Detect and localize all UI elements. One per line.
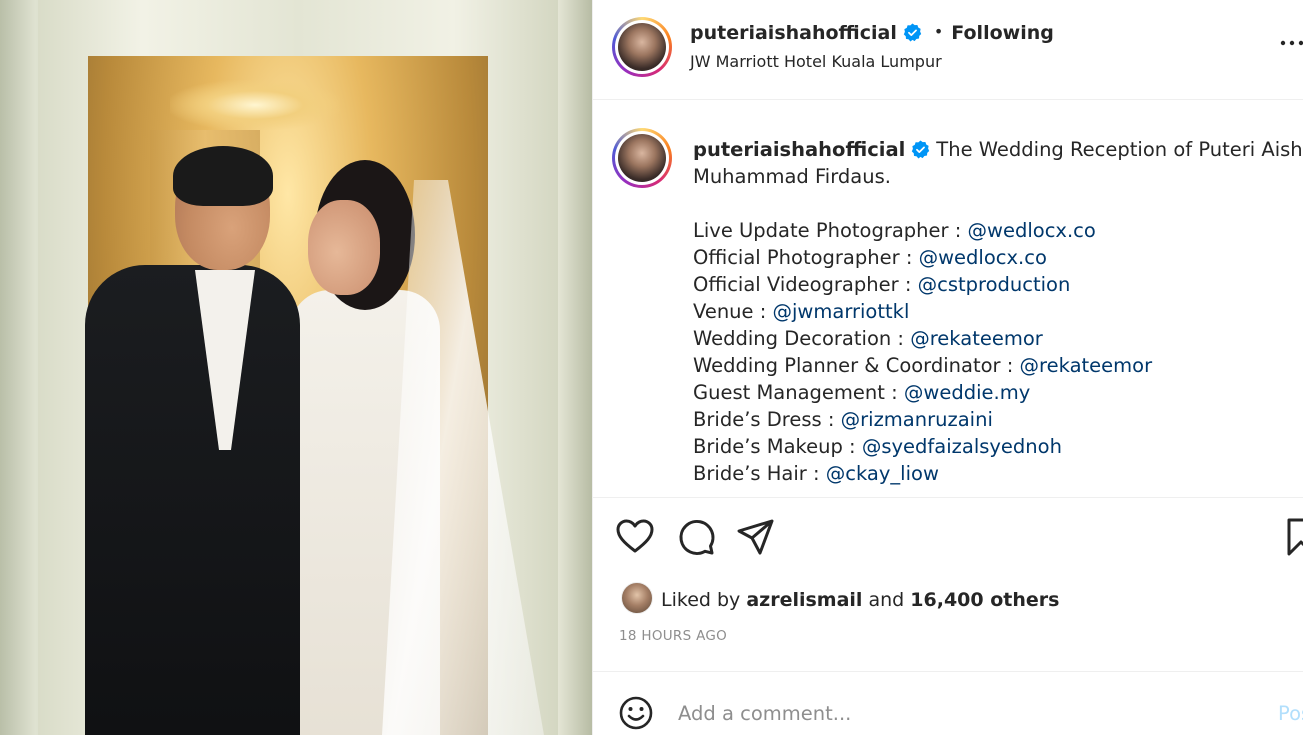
mention-link[interactable]: @rizmanruzaini (841, 408, 993, 431)
caption-title-line2: Muhammad Firdaus. (693, 165, 891, 188)
header-title-row: puteriaishahofficial • Following (690, 22, 1054, 44)
caption-title: The Wedding Reception of Puteri Aishah & (936, 138, 1303, 161)
post-timestamp[interactable]: 18 HOURS AGO (619, 628, 727, 644)
groom-figure (85, 146, 315, 735)
mention-link[interactable]: @ckay_liow (826, 462, 939, 485)
credit-line: Guest Management : @weddie.my (693, 381, 1031, 404)
credit-line: Wedding Decoration : @rekateemor (693, 327, 1043, 350)
post-detail-panel: puteriaishahofficial • Following JW Marrio… (592, 0, 1303, 735)
action-bar (593, 497, 1303, 576)
caption-section: puteriaishahofficial The Wedding Receptio… (593, 100, 1303, 496)
credit-line: Bride’s Makeup : @syedfaizalsyednoh (693, 435, 1062, 458)
bookmark-icon[interactable] (1281, 517, 1303, 557)
author-username[interactable]: puteriaishahofficial (690, 22, 897, 44)
heart-icon[interactable] (615, 517, 655, 557)
credit-line: Live Update Photographer : @wedlocx.co (693, 219, 1096, 242)
credit-line: Venue : @jwmarriottkl (693, 300, 910, 323)
mention-link[interactable]: @rekateemor (910, 327, 1043, 350)
comment-bar: Add a comment... Post (593, 671, 1303, 736)
credit-line: Official Photographer : @wedlocx.co (693, 246, 1047, 269)
liker-avatar[interactable] (621, 582, 653, 614)
credit-line: Bride’s Dress : @rizmanruzaini (693, 408, 993, 431)
credit-line: Wedding Planner & Coordinator : @rekatee… (693, 354, 1153, 377)
caption-avatar[interactable] (612, 128, 672, 188)
verified-badge-icon (903, 23, 922, 42)
mention-link[interactable]: @weddie.my (904, 381, 1030, 404)
following-button[interactable]: Following (951, 22, 1054, 44)
mention-link[interactable]: @wedlocx.co (968, 219, 1096, 242)
liker-username[interactable]: azrelismail (746, 589, 862, 611)
chandelier (170, 80, 340, 130)
post-header: puteriaishahofficial • Following JW Marrio… (593, 0, 1303, 100)
mention-link[interactable]: @jwmarriottkl (773, 300, 910, 323)
credit-line: Official Videographer : @cstproduction (693, 273, 1071, 296)
likes-summary: Liked by azrelismail and 16,400 others (621, 582, 1059, 614)
post-photo[interactable] (0, 0, 592, 735)
mention-link[interactable]: @syedfaizalsyednoh (862, 435, 1062, 458)
location-link[interactable]: JW Marriott Hotel Kuala Lumpur (690, 52, 942, 71)
post-comment-button[interactable]: Post (1278, 702, 1303, 725)
mention-link[interactable]: @cstproduction (918, 273, 1071, 296)
smiley-icon[interactable] (619, 696, 653, 730)
comment-input[interactable]: Add a comment... (678, 702, 851, 725)
avatar[interactable] (612, 17, 672, 77)
more-dots-icon[interactable] (1280, 38, 1303, 48)
comment-bubble-icon[interactable] (676, 517, 716, 557)
separator-dot: • (933, 22, 944, 41)
verified-badge-icon (912, 140, 930, 159)
caption-username[interactable]: puteriaishahofficial (693, 138, 905, 161)
credit-line: Bride’s Hair : @ckay_liow (693, 462, 939, 485)
likes-count-link[interactable]: 16,400 others (910, 589, 1059, 611)
caption-body: puteriaishahofficial The Wedding Receptio… (693, 136, 1303, 487)
paper-plane-icon[interactable] (736, 517, 776, 557)
mention-link[interactable]: @rekateemor (1020, 354, 1153, 377)
mention-link[interactable]: @wedlocx.co (919, 246, 1047, 269)
